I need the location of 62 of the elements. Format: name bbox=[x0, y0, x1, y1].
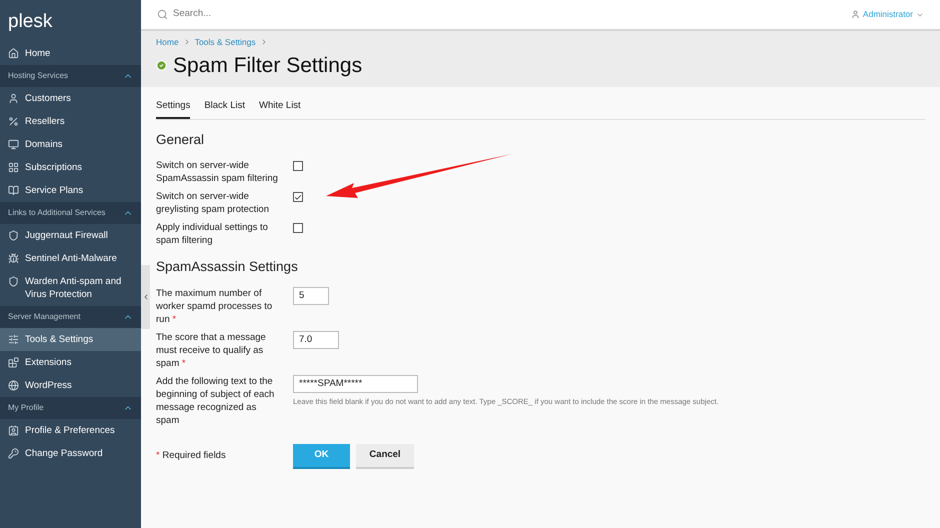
monitor-icon bbox=[8, 139, 19, 150]
bug-icon bbox=[8, 253, 19, 264]
sidebar-item[interactable]: Service Plans bbox=[0, 179, 141, 202]
section-title: My Profile bbox=[8, 402, 44, 414]
sidebar-item[interactable]: Profile & Preferences bbox=[0, 419, 141, 442]
search-icon bbox=[157, 9, 168, 20]
blocks-icon bbox=[8, 357, 19, 368]
sliders-icon bbox=[8, 334, 19, 345]
book-icon bbox=[8, 185, 19, 196]
sidebar-item[interactable]: Home bbox=[0, 42, 141, 65]
globe-icon bbox=[8, 380, 19, 391]
text-field[interactable]: 7.0 bbox=[293, 330, 339, 348]
page-title: Spam Filter Settings bbox=[173, 52, 362, 79]
sidebar-item[interactable]: WordPress bbox=[0, 374, 141, 397]
sidebar-section-header[interactable]: Links to Additional Services bbox=[0, 202, 141, 224]
section-heading: General bbox=[156, 131, 206, 149]
text-field[interactable]: 5 bbox=[293, 286, 329, 304]
sidebar-item[interactable]: Sentinel Anti-Malware bbox=[0, 247, 141, 270]
field-label: The maximum number of worker spamd processes to run * bbox=[156, 286, 274, 326]
home-icon bbox=[8, 48, 19, 59]
grid-icon bbox=[8, 162, 19, 173]
section-title: Links to Additional Services bbox=[8, 207, 106, 219]
collapse-handle[interactable] bbox=[141, 265, 150, 329]
success-icon bbox=[156, 60, 167, 72]
tab[interactable]: Settings bbox=[156, 98, 190, 119]
section-title: Server Management bbox=[8, 311, 80, 323]
checkbox[interactable] bbox=[293, 223, 303, 234]
shield-icon bbox=[8, 230, 19, 241]
required-note: * Required fields bbox=[156, 448, 227, 463]
user-icon bbox=[8, 93, 19, 104]
sidebar-item[interactable]: Warden Anti-spam and Virus Protection bbox=[0, 270, 141, 306]
search-field[interactable]: Search... bbox=[173, 7, 373, 22]
checkbox[interactable] bbox=[293, 192, 303, 202]
sidebar-item[interactable]: Juggernaut Firewall bbox=[0, 224, 141, 247]
key-icon bbox=[8, 448, 19, 459]
percent-icon bbox=[8, 116, 19, 127]
sidebar-section-header[interactable]: Server Management bbox=[0, 306, 141, 328]
contact-icon bbox=[8, 425, 19, 436]
shield-icon bbox=[8, 276, 19, 287]
sidebar-item[interactable]: Tools & Settings bbox=[0, 328, 141, 351]
sidebar-section-header[interactable]: Hosting Services bbox=[0, 65, 141, 87]
field-label: Switch on server-wide greylisting spam protection bbox=[156, 190, 270, 216]
text-field[interactable]: *****SPAM***** bbox=[293, 374, 418, 392]
field-label: The score that a message must receive to qualify as spam * bbox=[156, 330, 267, 370]
sidebar-item[interactable]: Change Password bbox=[0, 442, 141, 465]
section-heading: SpamAssassin Settings bbox=[156, 258, 299, 276]
sidebar-item[interactable]: Domains bbox=[0, 133, 141, 156]
user-icon bbox=[850, 10, 860, 19]
field-label: Apply individual settings to spam filtering bbox=[156, 221, 269, 248]
sidebar-item[interactable]: Customers bbox=[0, 87, 141, 110]
sidebar-section-header[interactable]: My Profile bbox=[0, 397, 141, 419]
tab[interactable]: White List bbox=[258, 98, 301, 119]
sidebar-item[interactable]: Resellers bbox=[0, 110, 141, 133]
section-title: Hosting Services bbox=[8, 70, 68, 82]
field-label: Switch on server-wide SpamAssassin spam filtering bbox=[156, 159, 279, 186]
sidebar-item[interactable]: Subscriptions bbox=[0, 156, 141, 179]
tab[interactable]: Black List bbox=[204, 98, 245, 119]
checkbox[interactable] bbox=[293, 161, 303, 172]
cancel-button[interactable]: Cancel bbox=[356, 444, 414, 468]
logo[interactable]: plesk bbox=[8, 12, 52, 30]
field-label: Add the following text to the beginning of subject of each message recognized as spam bbox=[156, 374, 276, 426]
sidebar-item[interactable]: Extensions bbox=[0, 351, 141, 374]
